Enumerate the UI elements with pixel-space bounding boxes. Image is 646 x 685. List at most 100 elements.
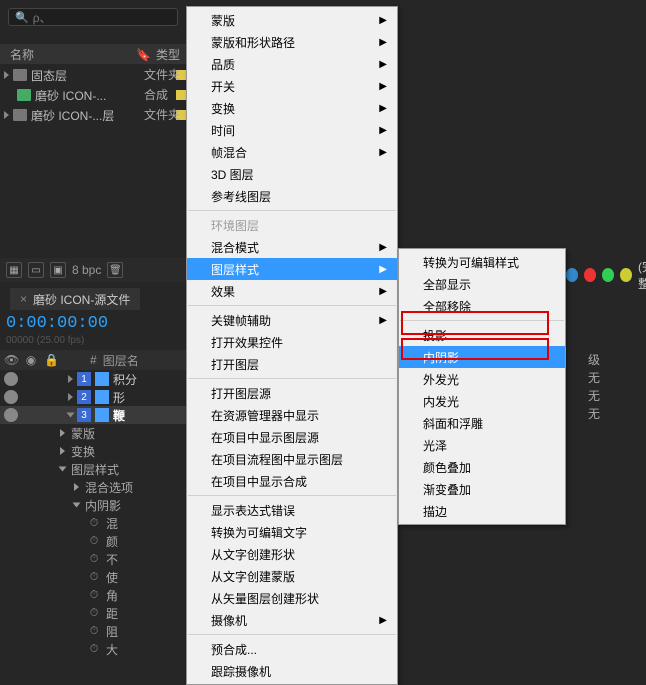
menu-item-quality[interactable]: 品质▶ bbox=[187, 53, 397, 75]
menu-item-reveal-flow[interactable]: 在项目流程图中显示图层 bbox=[187, 448, 397, 470]
twirl-icon[interactable] bbox=[60, 429, 65, 437]
menu-item-remove-all[interactable]: 全部移除 bbox=[399, 295, 565, 317]
prop-item[interactable]: ⏱阻 bbox=[60, 622, 200, 640]
menu-item-stroke[interactable]: 描边 bbox=[399, 500, 565, 522]
menu-item-effect[interactable]: 效果▶ bbox=[187, 280, 397, 302]
menu-item-openeffect[interactable]: 打开效果控件 bbox=[187, 331, 397, 353]
menu-item-masks-from-text[interactable]: 从文字创建蒙版 bbox=[187, 565, 397, 587]
menu-item-masks[interactable]: 蒙版▶ bbox=[187, 9, 397, 31]
layer-row[interactable]: 1 积分 bbox=[0, 370, 200, 388]
parent-value[interactable]: 无 bbox=[588, 404, 600, 422]
channel-icon[interactable] bbox=[584, 268, 596, 282]
stopwatch-icon[interactable]: ⏱ bbox=[88, 535, 100, 547]
menu-item-outer-glow[interactable]: 外发光 bbox=[399, 368, 565, 390]
visibility-toggle[interactable] bbox=[4, 408, 18, 422]
new-comp-icon[interactable]: ▣ bbox=[50, 262, 66, 278]
col-layername[interactable]: 图层名 bbox=[103, 352, 139, 369]
prop-group[interactable]: 变换 bbox=[60, 442, 200, 460]
twirl-icon[interactable] bbox=[67, 413, 75, 418]
prop-group[interactable]: 蒙版 bbox=[60, 424, 200, 442]
parent-header[interactable]: 级 bbox=[588, 350, 600, 368]
layer-row[interactable]: 2 形 bbox=[0, 388, 200, 406]
menu-item-color-overlay[interactable]: 颜色叠加 bbox=[399, 456, 565, 478]
twirl-icon[interactable] bbox=[74, 483, 79, 491]
parent-value[interactable]: 无 bbox=[588, 386, 600, 404]
menu-item-time[interactable]: 时间▶ bbox=[187, 119, 397, 141]
prop-subgroup[interactable]: 内阴影 bbox=[60, 496, 200, 514]
stopwatch-icon[interactable]: ⏱ bbox=[88, 589, 100, 601]
stopwatch-icon[interactable]: ⏱ bbox=[88, 553, 100, 565]
menu-item-layerstyles[interactable]: 图层样式▶ bbox=[187, 258, 397, 280]
menu-item-keyframeassist[interactable]: 关键帧辅助▶ bbox=[187, 309, 397, 331]
menu-item-openlayersrc[interactable]: 打开图层源 bbox=[187, 382, 397, 404]
layer-context-menu[interactable]: 蒙版▶蒙版和形状路径▶品质▶开关▶变换▶时间▶帧混合▶3D 图层参考线图层环境图… bbox=[186, 6, 398, 685]
menu-item-guidelayer[interactable]: 参考线图层 bbox=[187, 185, 397, 207]
menu-item-frameblend[interactable]: 帧混合▶ bbox=[187, 141, 397, 163]
prop-subgroup[interactable]: 混合选项 bbox=[60, 478, 200, 496]
twirl-icon[interactable] bbox=[60, 447, 65, 455]
twirl-icon[interactable] bbox=[4, 111, 9, 119]
layer-name[interactable]: 积分 bbox=[113, 371, 137, 388]
visibility-toggle[interactable] bbox=[4, 372, 18, 386]
menu-item-shapes-from-text[interactable]: 从文字创建形状 bbox=[187, 543, 397, 565]
stopwatch-icon[interactable]: ⏱ bbox=[88, 517, 100, 529]
menu-item-maskpath[interactable]: 蒙版和形状路径▶ bbox=[187, 31, 397, 53]
interpret-footage-icon[interactable]: ▦ bbox=[6, 262, 22, 278]
menu-item-shapes-from-vector[interactable]: 从矢量图层创建形状 bbox=[187, 587, 397, 609]
prop-item[interactable]: ⏱混 bbox=[60, 514, 200, 532]
twirl-icon[interactable] bbox=[73, 503, 81, 508]
menu-item-gradient-overlay[interactable]: 渐变叠加 bbox=[399, 478, 565, 500]
menu-item-openlayer[interactable]: 打开图层 bbox=[187, 353, 397, 375]
menu-item-camera[interactable]: 摄像机▶ bbox=[187, 609, 397, 631]
twirl-icon[interactable] bbox=[68, 393, 73, 401]
stopwatch-icon[interactable]: ⏱ bbox=[88, 571, 100, 583]
menu-item-inner-glow[interactable]: 内发光 bbox=[399, 390, 565, 412]
layer-name[interactable]: 形 bbox=[113, 389, 125, 406]
close-icon[interactable]: × bbox=[20, 292, 27, 306]
prop-item[interactable]: ⏱不 bbox=[60, 550, 200, 568]
new-folder-icon[interactable]: ▭ bbox=[28, 262, 44, 278]
menu-item-switches[interactable]: 开关▶ bbox=[187, 75, 397, 97]
twirl-icon[interactable] bbox=[68, 375, 73, 383]
twirl-icon[interactable] bbox=[59, 467, 67, 472]
prop-item[interactable]: ⏱使 bbox=[60, 568, 200, 586]
layer-styles-submenu[interactable]: 转换为可编辑样式全部显示全部移除投影内阴影外发光内发光斜面和浮雕光泽颜色叠加渐变… bbox=[398, 248, 566, 525]
menu-item-show-expr-err[interactable]: 显示表达式错误 bbox=[187, 499, 397, 521]
bit-depth-button[interactable]: 8 bpc bbox=[72, 263, 101, 277]
menu-item-reveal-comp[interactable]: 在项目中显示合成 bbox=[187, 470, 397, 492]
stopwatch-icon[interactable]: ⏱ bbox=[88, 625, 100, 637]
prop-item[interactable]: ⏱大 bbox=[60, 640, 200, 658]
prop-group[interactable]: 图层样式 bbox=[60, 460, 200, 478]
channel-icon[interactable] bbox=[566, 268, 578, 282]
resolution-label[interactable]: (完整 bbox=[638, 258, 646, 292]
prop-item[interactable]: ⏱角 bbox=[60, 586, 200, 604]
menu-item-bevel[interactable]: 斜面和浮雕 bbox=[399, 412, 565, 434]
menu-item-transform[interactable]: 变换▶ bbox=[187, 97, 397, 119]
layer-name[interactable]: 鞭 bbox=[113, 407, 125, 424]
menu-item-reveal-proj[interactable]: 在项目中显示图层源 bbox=[187, 426, 397, 448]
menu-item-reveal-explorer[interactable]: 在资源管理器中显示 bbox=[187, 404, 397, 426]
stopwatch-icon[interactable]: ⏱ bbox=[88, 643, 100, 655]
menu-item-track-camera[interactable]: 跟踪摄像机 bbox=[187, 660, 397, 682]
col-name-header[interactable]: 名称 bbox=[10, 46, 128, 63]
comp-tab[interactable]: × 磨砂 ICON-源文件 bbox=[10, 288, 140, 310]
menu-item-convert-editable[interactable]: 转换为可编辑样式 bbox=[399, 251, 565, 273]
prop-item[interactable]: ⏱距 bbox=[60, 604, 200, 622]
menu-item-blendmode[interactable]: 混合模式▶ bbox=[187, 236, 397, 258]
menu-item-drop-shadow[interactable]: 投影 bbox=[399, 324, 565, 346]
visibility-toggle[interactable] bbox=[4, 390, 18, 404]
timecode-display[interactable]: 0:00:00:00 bbox=[6, 314, 108, 333]
project-search-input[interactable]: 🔍 ρ、 bbox=[8, 8, 178, 26]
col-number[interactable]: # bbox=[90, 353, 97, 367]
channel-icon[interactable] bbox=[620, 268, 632, 282]
menu-item-convert-text[interactable]: 转换为可编辑文字 bbox=[187, 521, 397, 543]
menu-item-show-all[interactable]: 全部显示 bbox=[399, 273, 565, 295]
parent-value[interactable]: 无 bbox=[588, 368, 600, 386]
twirl-icon[interactable] bbox=[4, 71, 9, 79]
layer-row[interactable]: 3 鞭 bbox=[0, 406, 200, 424]
menu-item-satin[interactable]: 光泽 bbox=[399, 434, 565, 456]
channel-icon[interactable] bbox=[602, 268, 614, 282]
prop-item[interactable]: ⏱颜 bbox=[60, 532, 200, 550]
stopwatch-icon[interactable]: ⏱ bbox=[88, 607, 100, 619]
menu-item-3dlayer[interactable]: 3D 图层 bbox=[187, 163, 397, 185]
